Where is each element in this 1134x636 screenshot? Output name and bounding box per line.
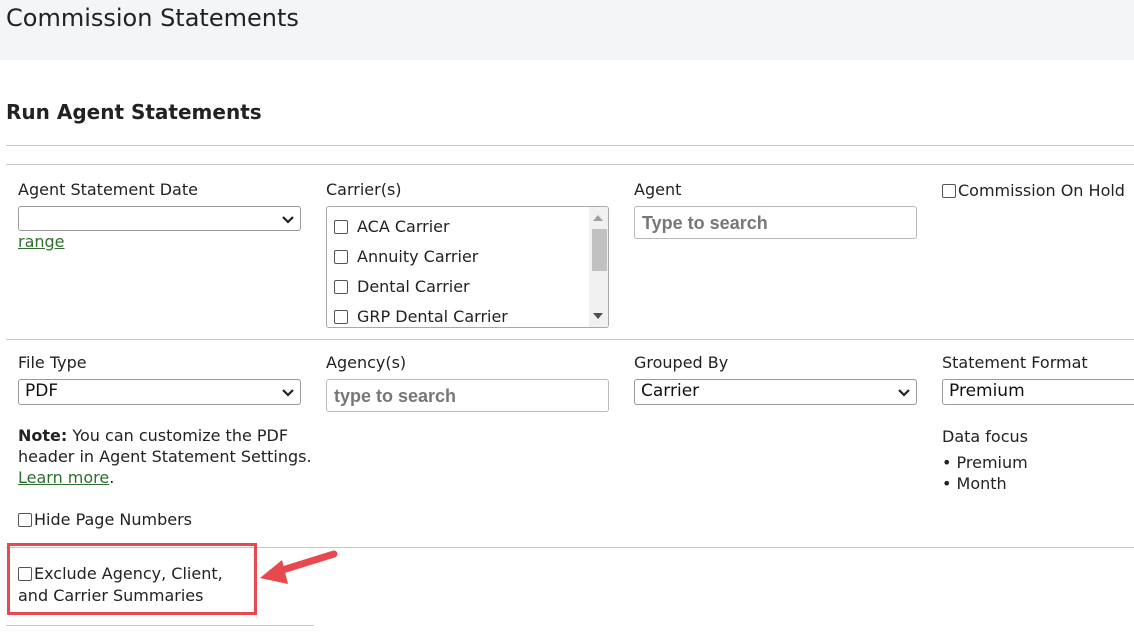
list-item: Premium [942,452,1028,473]
hide-page-numbers-label: Hide Page Numbers [34,510,192,529]
list-item-label: Annuity Carrier [357,247,479,266]
scroll-up-icon[interactable] [593,215,603,221]
checkbox[interactable] [334,250,348,264]
scroll-down-icon[interactable] [593,313,603,319]
chevron-down-icon [282,389,294,397]
agent-label: Agent [634,180,682,199]
range-link[interactable]: range [18,232,65,251]
checkbox[interactable] [334,310,348,324]
section-title: Run Agent Statements [6,100,262,124]
agencies-search-input[interactable]: type to search [326,379,609,412]
pdf-header-note: Note: You can customize the PDF header i… [18,425,318,488]
list-item[interactable]: Dental Carrier [334,277,470,299]
statement-format-label: Statement Format [942,353,1088,372]
scrollbar[interactable] [589,207,608,327]
commission-on-hold-label: Commission On Hold [958,181,1125,200]
list-item[interactable]: Annuity Carrier [334,247,478,269]
checkbox[interactable] [18,513,32,527]
file-type-select[interactable]: PDF [18,379,301,405]
agent-statement-date-label: Agent Statement Date [18,180,198,199]
list-item[interactable]: GRP Dental Carrier [334,307,508,327]
checkbox[interactable] [334,220,348,234]
data-focus-label: Data focus [942,427,1028,446]
hide-page-numbers-checkbox[interactable]: Hide Page Numbers [18,510,192,529]
learn-more-link[interactable]: Learn more [18,468,109,487]
checkbox[interactable] [942,184,956,198]
list-item-label: ACA Carrier [357,217,450,236]
divider [6,164,1134,165]
divider [6,625,314,626]
list-item-label: GRP Dental Carrier [357,307,508,326]
divider [6,145,1134,146]
callout-highlight-box [7,543,257,615]
note-tail: . [109,468,115,487]
agent-statement-date-select[interactable] [18,206,301,231]
page-header: Commission Statements [0,0,1134,60]
chevron-down-icon [898,389,910,397]
grouped-by-value: Carrier [641,381,700,401]
list-item[interactable]: ACA Carrier [334,217,450,239]
carriers-label: Carrier(s) [326,180,402,199]
note-bold: Note: [18,426,68,445]
statement-format-value: Premium [949,381,1025,401]
agent-search-input[interactable]: Type to search [634,206,917,239]
list-item: Month [942,473,1028,494]
checkbox[interactable] [334,280,348,294]
statement-format-select[interactable]: Premium [942,379,1134,405]
chevron-down-icon [282,216,294,224]
agent-search-placeholder: Type to search [642,213,768,233]
agencies-search-placeholder: type to search [334,386,457,406]
file-type-value: PDF [25,381,59,401]
page-title: Commission Statements [6,4,299,32]
grouped-by-select[interactable]: Carrier [634,379,917,405]
file-type-label: File Type [18,353,87,372]
scrollbar-thumb[interactable] [592,229,607,271]
data-focus-list: Premium Month [942,452,1028,494]
carriers-listbox[interactable]: ACA Carrier Annuity Carrier Dental Carri… [326,206,609,328]
agencies-label: Agency(s) [326,353,407,372]
divider [6,339,1134,340]
list-item-label: Dental Carrier [357,277,470,296]
grouped-by-label: Grouped By [634,353,729,372]
commission-on-hold-checkbox[interactable]: Commission On Hold [942,181,1125,200]
callout-arrow-icon [260,550,338,584]
